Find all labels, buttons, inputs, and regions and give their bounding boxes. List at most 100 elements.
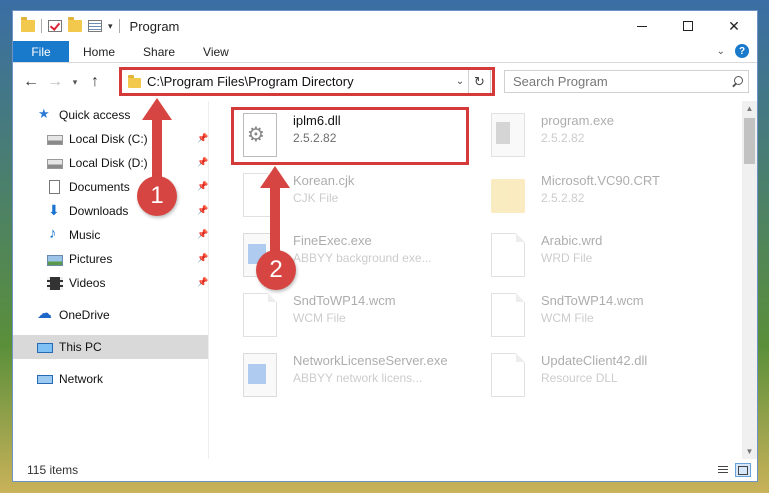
close-button[interactable]: ✕ <box>711 11 757 41</box>
callout-arrowhead <box>260 166 290 188</box>
file-item-program-exe[interactable]: program.exe 2.5.2.82 <box>485 109 705 165</box>
back-button[interactable]: ← <box>19 70 43 94</box>
pin-icon[interactable]: 📌 <box>197 229 208 239</box>
chevron-down-icon[interactable]: ▾ <box>108 21 113 32</box>
file-detail: CJK File <box>293 191 339 205</box>
pin-icon[interactable]: 📌 <box>197 277 208 287</box>
minimize-button[interactable] <box>619 11 665 41</box>
up-button[interactable]: ↑ <box>83 70 107 94</box>
nav-item-quick-access[interactable]: Quick access <box>13 103 209 127</box>
nav-item-local-disk-c[interactable]: Local Disk (C:) 📌 <box>13 127 209 151</box>
pin-icon[interactable]: 📌 <box>197 181 208 191</box>
file-name: UpdateClient42.dll <box>541 353 648 368</box>
disk-icon <box>47 159 63 169</box>
details-view-button[interactable] <box>715 463 731 477</box>
properties-icon[interactable] <box>88 20 102 32</box>
maximize-icon <box>683 21 693 31</box>
nav-item-label: OneDrive <box>59 308 110 322</box>
exe-file-icon <box>491 113 525 157</box>
file-item-sndtowp14-wcm-2[interactable]: SndToWP14.wcm WCM File <box>485 289 705 345</box>
pin-icon[interactable]: 📌 <box>197 157 208 167</box>
navigation-pane: Quick access Local Disk (C:) 📌 Local Dis… <box>13 101 209 459</box>
nav-item-label: Quick access <box>59 108 131 122</box>
file-detail: WCM File <box>541 311 594 325</box>
vertical-scrollbar[interactable]: ▲ ▼ <box>742 101 757 459</box>
nav-item-label: This PC <box>59 340 102 354</box>
explorer-window: ▾ Program ✕ File Home Share View ⌄ ? ← →… <box>12 10 758 482</box>
help-icon[interactable]: ? <box>735 44 749 58</box>
downloads-icon <box>47 202 63 219</box>
nav-item-documents[interactable]: Documents 📌 <box>13 175 209 199</box>
pictures-icon <box>47 254 63 266</box>
file-item-arabic-wrd[interactable]: Arabic.wrd WRD File <box>485 229 705 285</box>
pin-icon[interactable]: 📌 <box>197 133 208 143</box>
refresh-icon[interactable]: ↻ <box>468 70 490 93</box>
callout-arrow-shaft <box>270 186 280 256</box>
search-input[interactable]: Search Program <box>505 74 730 89</box>
divider <box>118 19 120 33</box>
scrollbar-thumb[interactable] <box>744 118 755 164</box>
file-name: NetworkLicenseServer.exe <box>293 353 448 368</box>
nav-item-pictures[interactable]: Pictures 📌 <box>13 247 209 271</box>
address-dropdown-icon[interactable]: ⌄ <box>452 76 468 87</box>
quick-access-toolbar: ▾ <box>13 17 120 33</box>
maximize-button[interactable] <box>665 11 711 41</box>
folder-icon <box>21 17 35 32</box>
new-folder-icon[interactable] <box>68 17 82 32</box>
music-icon <box>47 225 63 242</box>
file-item-updateclient42-dll[interactable]: UpdateClient42.dll Resource DLL <box>485 349 705 405</box>
nav-item-network[interactable]: Network <box>13 367 209 391</box>
nav-item-local-disk-d[interactable]: Local Disk (D:) 📌 <box>13 151 209 175</box>
pin-icon[interactable]: 📌 <box>197 253 208 263</box>
tab-file[interactable]: File <box>13 41 69 62</box>
title-bar: ▾ Program ✕ <box>13 11 757 41</box>
file-name: iplm6.dll <box>293 113 341 128</box>
file-item-networklicenseserver-exe[interactable]: NetworkLicenseServer.exe ABBYY network l… <box>237 349 457 405</box>
file-item-iplm6-dll[interactable]: iplm6.dll 2.5.2.82 <box>237 109 457 165</box>
nav-item-this-pc[interactable]: This PC <box>13 335 209 359</box>
callout-arrowhead <box>142 98 172 120</box>
scroll-down-icon[interactable]: ▼ <box>742 444 757 459</box>
dll-file-icon <box>243 113 277 157</box>
search-box[interactable]: Search Program <box>504 70 749 93</box>
tiles-view-button[interactable] <box>735 463 751 477</box>
close-icon: ✕ <box>728 17 740 34</box>
recent-locations-button[interactable]: ▾ <box>67 70 83 94</box>
forward-arrow-icon: → <box>47 73 63 90</box>
chevron-down-icon: ▾ <box>72 76 78 87</box>
nav-item-label: Network <box>59 372 104 386</box>
file-detail: ABBYY network licens... <box>293 371 423 385</box>
nav-item-onedrive[interactable]: OneDrive <box>13 303 209 327</box>
file-name: Korean.cjk <box>293 173 355 188</box>
document-file-icon <box>243 293 277 337</box>
network-icon <box>37 375 53 384</box>
properties-check-icon[interactable] <box>48 20 62 32</box>
nav-item-label: Local Disk (D:) <box>69 156 148 170</box>
item-count: 115 items <box>27 463 79 477</box>
file-item-microsoft-vc90-crt[interactable]: Microsoft.VC90.CRT 2.5.2.82 <box>485 169 705 225</box>
star-icon <box>37 106 53 122</box>
tab-share[interactable]: Share <box>129 41 189 62</box>
search-icon[interactable] <box>730 75 748 89</box>
folder-icon <box>128 75 141 88</box>
nav-item-downloads[interactable]: Downloads 📌 <box>13 199 209 223</box>
pin-icon[interactable]: 📌 <box>197 205 208 215</box>
file-name: Microsoft.VC90.CRT <box>541 173 660 188</box>
minimize-icon <box>637 25 647 27</box>
address-bar[interactable]: C:\Program Files\Program Directory ⌄ ↻ <box>121 69 491 94</box>
file-item-sndtowp14-wcm[interactable]: SndToWP14.wcm WCM File <box>237 289 457 345</box>
tab-view[interactable]: View <box>189 41 243 62</box>
nav-item-label: Documents <box>69 180 130 194</box>
tab-home[interactable]: Home <box>69 41 129 62</box>
app-file-icon <box>243 353 277 397</box>
nav-item-label: Music <box>69 228 101 242</box>
nav-item-videos[interactable]: Videos 📌 <box>13 271 209 295</box>
expand-ribbon-icon[interactable]: ⌄ <box>717 46 725 57</box>
address-path[interactable]: C:\Program Files\Program Directory <box>147 74 452 89</box>
scroll-up-icon[interactable]: ▲ <box>742 101 757 116</box>
nav-item-label: Local Disk (C:) <box>69 132 148 146</box>
nav-item-music[interactable]: Music 📌 <box>13 223 209 247</box>
forward-button[interactable]: → <box>43 70 67 94</box>
